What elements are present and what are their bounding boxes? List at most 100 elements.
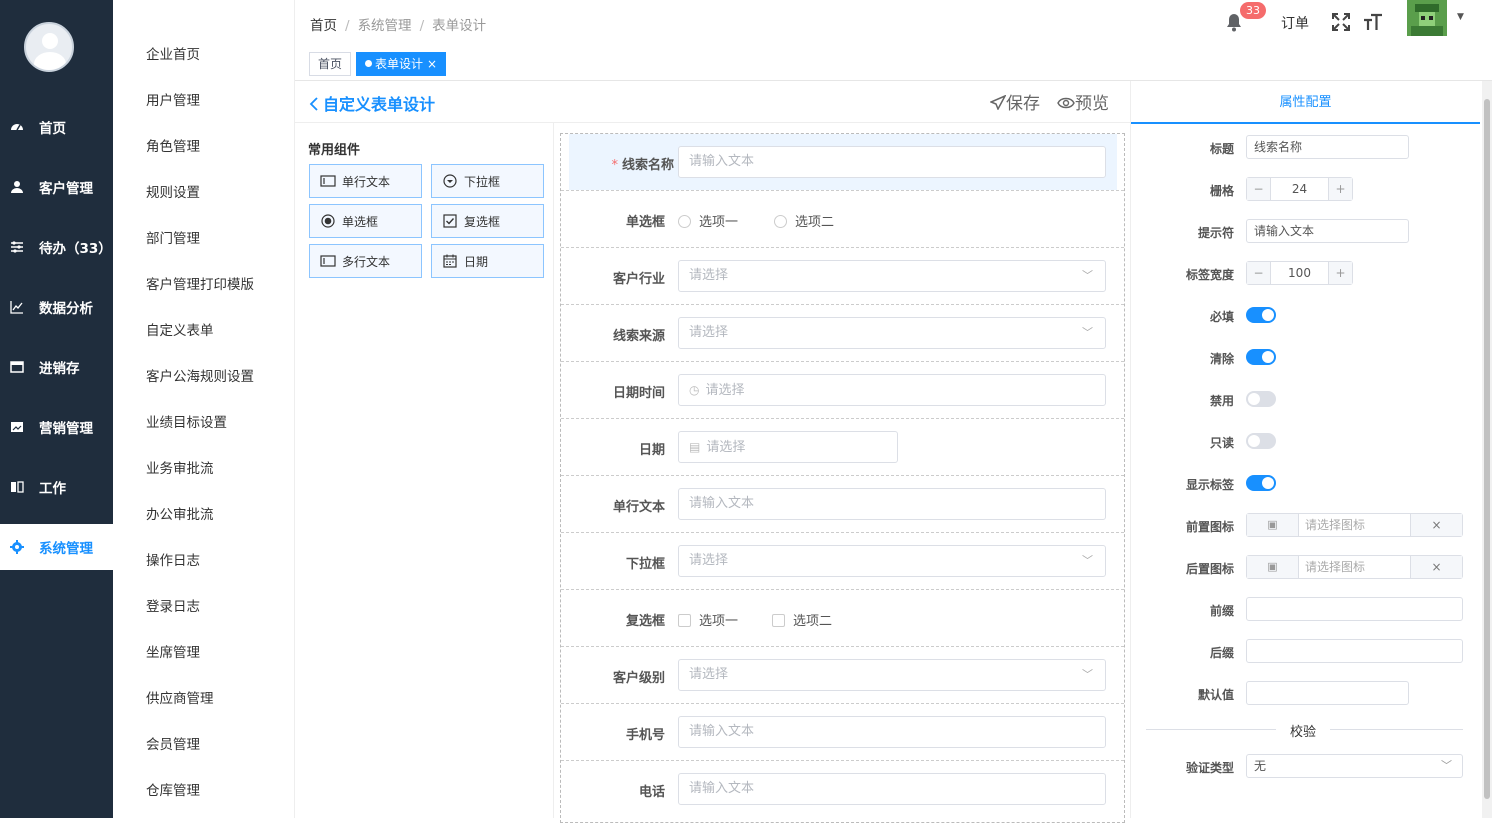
nav-item-analytics[interactable]: 数据分析	[0, 284, 113, 330]
tab-form-design[interactable]: 表单设计 ×	[356, 52, 447, 76]
nav-label: 营销管理	[39, 421, 93, 437]
nav-item-system[interactable]: 系统管理	[0, 524, 113, 570]
order-link[interactable]: 订单	[1281, 13, 1309, 33]
tab-home[interactable]: 首页	[309, 52, 352, 76]
form-item[interactable]: 手机号 请输入文本	[561, 704, 1124, 761]
subnav-item[interactable]: 规则设置	[146, 181, 200, 201]
chevron-down-icon: ﹀	[1082, 554, 1093, 567]
save-button[interactable]: 保存	[989, 89, 1040, 114]
form-item[interactable]: 单行文本 请输入文本	[561, 476, 1124, 533]
select-input[interactable]: 请选择 ﹀	[678, 317, 1106, 349]
palette-text-input[interactable]: 单行文本	[309, 164, 422, 198]
palette-select[interactable]: 下拉框	[431, 164, 544, 198]
scrollbar[interactable]	[1482, 81, 1492, 818]
clear-button[interactable]: ×	[1410, 514, 1462, 536]
radio-option[interactable]: 选项一	[678, 211, 738, 230]
select-input[interactable]: 请选择 ﹀	[678, 659, 1106, 691]
form-item[interactable]: 单选框 选项一 选项二	[561, 191, 1124, 248]
text-input[interactable]: 请输入文本	[678, 716, 1106, 748]
decrement-button[interactable]: −	[1247, 178, 1271, 200]
form-item[interactable]: 复选框 选项一 选项二	[561, 590, 1124, 647]
nav-item-work[interactable]: 工作	[0, 464, 113, 510]
page-title[interactable]: 自定义表单设计	[309, 91, 435, 115]
subnav-item[interactable]: 客户管理打印模版	[146, 273, 254, 293]
preview-button[interactable]: 预览	[1057, 89, 1109, 114]
form-item[interactable]: 客户行业 请选择 ﹀	[561, 248, 1124, 305]
increment-button[interactable]: +	[1328, 178, 1352, 200]
subnav-item[interactable]: 角色管理	[146, 135, 200, 155]
prefix-field[interactable]	[1246, 597, 1463, 621]
nav-label: 进销存	[39, 361, 80, 377]
disabled-toggle[interactable]	[1246, 391, 1276, 407]
required-toggle[interactable]	[1246, 307, 1276, 323]
title-field[interactable]: 线索名称	[1246, 135, 1409, 159]
readonly-toggle[interactable]	[1246, 433, 1276, 449]
nav-item-customers[interactable]: 客户管理	[0, 164, 113, 210]
checkbox-option[interactable]: 选项二	[772, 610, 832, 629]
text-input[interactable]: 请输入文本	[678, 146, 1106, 178]
palette-radio[interactable]: 单选框	[309, 204, 422, 238]
chevron-down-icon[interactable]: ▼	[1457, 12, 1464, 22]
subnav-item[interactable]: 用户管理	[146, 89, 200, 109]
form-item[interactable]: 线索来源 请选择 ﹀	[561, 305, 1124, 362]
select-input[interactable]: 请选择 ﹀	[678, 545, 1106, 577]
form-item[interactable]: 日期时间 ◷ 请选择	[561, 362, 1124, 419]
font-size-icon[interactable]	[1363, 12, 1383, 32]
date-picker[interactable]: ▤ 请选择	[678, 431, 898, 463]
tab-properties[interactable]: 属性配置	[1131, 81, 1480, 124]
suffix-icon-picker[interactable]: ▣ 请选择图标 ×	[1246, 555, 1463, 579]
nav-item-marketing[interactable]: 营销管理	[0, 404, 113, 450]
text-input[interactable]: 请输入文本	[678, 488, 1106, 520]
prefix-icon-picker[interactable]: ▣ 请选择图标 ×	[1246, 513, 1463, 537]
suffix-field[interactable]	[1246, 639, 1463, 663]
chevron-left-icon[interactable]	[309, 97, 319, 111]
form-item[interactable]: 客户级别 请选择 ﹀	[561, 647, 1124, 704]
subnav-item[interactable]: 登录日志	[146, 595, 200, 615]
subnav-item[interactable]: 办公审批流	[146, 503, 214, 523]
validate-type-select[interactable]: 无 ﹀	[1246, 754, 1463, 778]
subnav-item[interactable]: 业务审批流	[146, 457, 214, 477]
checkbox-option[interactable]: 选项一	[678, 610, 738, 629]
user-avatar[interactable]	[24, 22, 74, 72]
close-icon[interactable]: ×	[427, 57, 437, 71]
subnav-item[interactable]: 自定义表单	[146, 319, 214, 339]
default-value-field[interactable]	[1246, 681, 1409, 705]
datetime-picker[interactable]: ◷ 请选择	[678, 374, 1106, 406]
radio-option[interactable]: 选项二	[774, 211, 834, 230]
placeholder-field[interactable]: 请输入文本	[1246, 219, 1409, 243]
nav-item-inventory[interactable]: 进销存	[0, 344, 113, 390]
subnav-item[interactable]: 部门管理	[146, 227, 200, 247]
subnav-item[interactable]: 仓库管理	[146, 779, 200, 799]
palette-date[interactable]: 日期	[431, 244, 544, 278]
nav-item-todo[interactable]: 待办（33）	[0, 224, 113, 270]
prop-label: 验证类型	[1185, 761, 1234, 775]
nav-item-home[interactable]: 首页	[0, 104, 113, 150]
user-avatar-image[interactable]	[1407, 0, 1447, 36]
subnav-item[interactable]: 坐席管理	[146, 641, 200, 661]
breadcrumb-item: 系统管理	[357, 18, 412, 34]
subnav-item[interactable]: 会员管理	[146, 733, 200, 753]
subnav-item[interactable]: 业绩目标设置	[146, 411, 227, 431]
form-item[interactable]: 电话 请输入文本	[561, 761, 1124, 818]
form-item[interactable]: 日期 ▤ 请选择	[561, 419, 1124, 476]
fullscreen-icon[interactable]	[1331, 12, 1351, 32]
prop-label: 禁用	[1209, 394, 1234, 408]
select-input[interactable]: 请选择 ﹀	[678, 260, 1106, 292]
subnav-item[interactable]: 供应商管理	[146, 687, 214, 707]
form-item[interactable]: 下拉框 请选择 ﹀	[561, 533, 1124, 590]
subnav-item[interactable]: 操作日志	[146, 549, 200, 569]
palette-textarea[interactable]: 多行文本	[309, 244, 422, 278]
subnav-item[interactable]: 客户公海规则设置	[146, 365, 254, 385]
show-label-toggle[interactable]	[1246, 475, 1276, 491]
increment-button[interactable]: +	[1328, 262, 1352, 284]
clear-button[interactable]: ×	[1410, 556, 1462, 578]
subnav-item[interactable]: 企业首页	[146, 43, 200, 63]
breadcrumb-item[interactable]: 首页	[310, 18, 337, 34]
clearable-toggle[interactable]	[1246, 349, 1276, 365]
text-input[interactable]: 请输入文本	[678, 773, 1106, 805]
grid-stepper[interactable]: − 24 +	[1246, 177, 1353, 201]
palette-checkbox[interactable]: 复选框	[431, 204, 544, 238]
label-width-stepper[interactable]: − 100 +	[1246, 261, 1353, 285]
decrement-button[interactable]: −	[1247, 262, 1271, 284]
form-item-selected[interactable]: * 线索名称 请输入文本	[569, 134, 1117, 190]
